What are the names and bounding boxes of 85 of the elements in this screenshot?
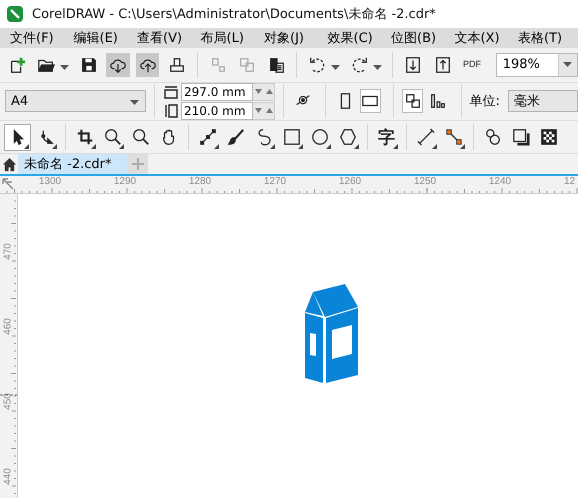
- app-logo-icon: [6, 4, 24, 23]
- corner-triangle-icon: [214, 144, 219, 149]
- copy-icon: [238, 56, 256, 74]
- corner-triangle-icon: [52, 144, 57, 149]
- menu-item[interactable]: 查看(V): [131, 28, 194, 47]
- brush-icon: [226, 128, 244, 146]
- zoom-combo[interactable]: 198%: [496, 52, 578, 77]
- menu-item[interactable]: 编辑(E): [68, 28, 131, 47]
- import-icon: [404, 56, 422, 74]
- menu-item[interactable]: 位图(B): [385, 28, 448, 47]
- ruler-label: 1240: [488, 176, 512, 188]
- window-title: CorelDRAW - C:\Users\Administrator\Documents\未命名 -2.cdr*: [32, 6, 436, 23]
- menu-item[interactable]: 表格(T): [512, 28, 576, 47]
- page-size-combo[interactable]: A4: [5, 90, 146, 112]
- ellipse-icon: [310, 128, 328, 146]
- dropdown-caret-icon[interactable]: [330, 65, 340, 70]
- corner-triangle-icon: [298, 144, 303, 149]
- drop-shadow-icon: [512, 128, 530, 146]
- plus-icon: [132, 158, 144, 170]
- corner-triangle-icon: [393, 144, 398, 149]
- all-pages-button[interactable]: [402, 89, 424, 114]
- spin-down-icon: [254, 108, 262, 114]
- corner-triangle-icon: [270, 144, 275, 149]
- redo-icon: [350, 56, 369, 74]
- home-icon: [2, 156, 16, 172]
- zoom-icon: [132, 128, 150, 146]
- document-tab[interactable]: 未命名 -2.cdr*: [18, 154, 127, 174]
- crop-icon: [76, 128, 94, 146]
- cloud-down-button[interactable]: [106, 52, 130, 77]
- dropdown-caret-icon[interactable]: [563, 62, 572, 68]
- menu-item[interactable]: 文件(F): [4, 28, 68, 47]
- width-field[interactable]: 297.0 mm: [181, 83, 253, 101]
- pdf-button[interactable]: PDF: [460, 52, 484, 77]
- menu-item[interactable]: 布局(L): [194, 28, 258, 47]
- dropdown-caret-icon[interactable]: [373, 65, 382, 70]
- unit-label: 单位:: [470, 93, 500, 110]
- ruler-label: 1280: [188, 176, 212, 188]
- menu-item[interactable]: 对象(J): [258, 28, 322, 47]
- height-field[interactable]: 210.0 mm: [181, 102, 253, 120]
- ruler-label: 460: [2, 317, 14, 337]
- connector-icon: [444, 128, 462, 146]
- ruler-label: 440: [2, 467, 14, 487]
- blend-icon: [484, 128, 502, 146]
- corner-triangle-icon: [432, 144, 437, 149]
- corner-triangle-icon: [119, 144, 124, 149]
- menu-item[interactable]: 效果(C): [322, 28, 385, 47]
- spin-up-icon: [266, 89, 272, 94]
- unit-combo[interactable]: 毫米: [508, 90, 578, 112]
- paste-icon: [268, 56, 286, 74]
- corner-triangle-icon: [91, 144, 96, 149]
- dimension-icon: [416, 128, 434, 146]
- dropdown-caret-icon[interactable]: [60, 65, 69, 70]
- ruler-label: 1270: [264, 176, 286, 188]
- ruler-label: 1260: [338, 176, 362, 188]
- printer-icon: [168, 56, 186, 74]
- corner-triangle-icon: [460, 144, 465, 149]
- pick-tool[interactable]: [4, 124, 31, 151]
- dropdown-caret-icon[interactable]: [130, 100, 140, 105]
- polygon-icon: [338, 128, 356, 146]
- page-width-icon: [163, 84, 179, 100]
- checkerboard-icon: [540, 128, 558, 146]
- undo-icon: [308, 56, 326, 74]
- spin-down-icon: [254, 89, 262, 94]
- landscape-button[interactable]: [360, 89, 381, 114]
- spin-up-icon: [266, 108, 272, 114]
- ruler-label: 1290: [114, 176, 136, 188]
- ruler-label: 450: [2, 392, 14, 412]
- ruler-origin-icon: [2, 178, 14, 190]
- corner-triangle-icon: [24, 144, 29, 149]
- ruler-label: 1250: [414, 176, 436, 188]
- export-icon: [434, 56, 452, 74]
- ruler-label: 12: [564, 176, 576, 188]
- rectangle-icon: [282, 128, 300, 146]
- zoom-icon: [104, 128, 122, 146]
- cloud-up-button[interactable]: [136, 52, 160, 77]
- corner-triangle-icon: [354, 144, 359, 149]
- line-icon: [198, 128, 216, 146]
- text-tool[interactable]: 字: [373, 124, 400, 151]
- pages-icon: [404, 92, 422, 110]
- ruler-label: 470: [2, 242, 14, 262]
- ruler-label: 1300: [38, 176, 62, 188]
- page-height-icon: [163, 102, 179, 119]
- menu-item[interactable]: 文本(X): [448, 28, 512, 47]
- page-layout-icon: [428, 92, 447, 110]
- corner-triangle-icon: [326, 144, 331, 149]
